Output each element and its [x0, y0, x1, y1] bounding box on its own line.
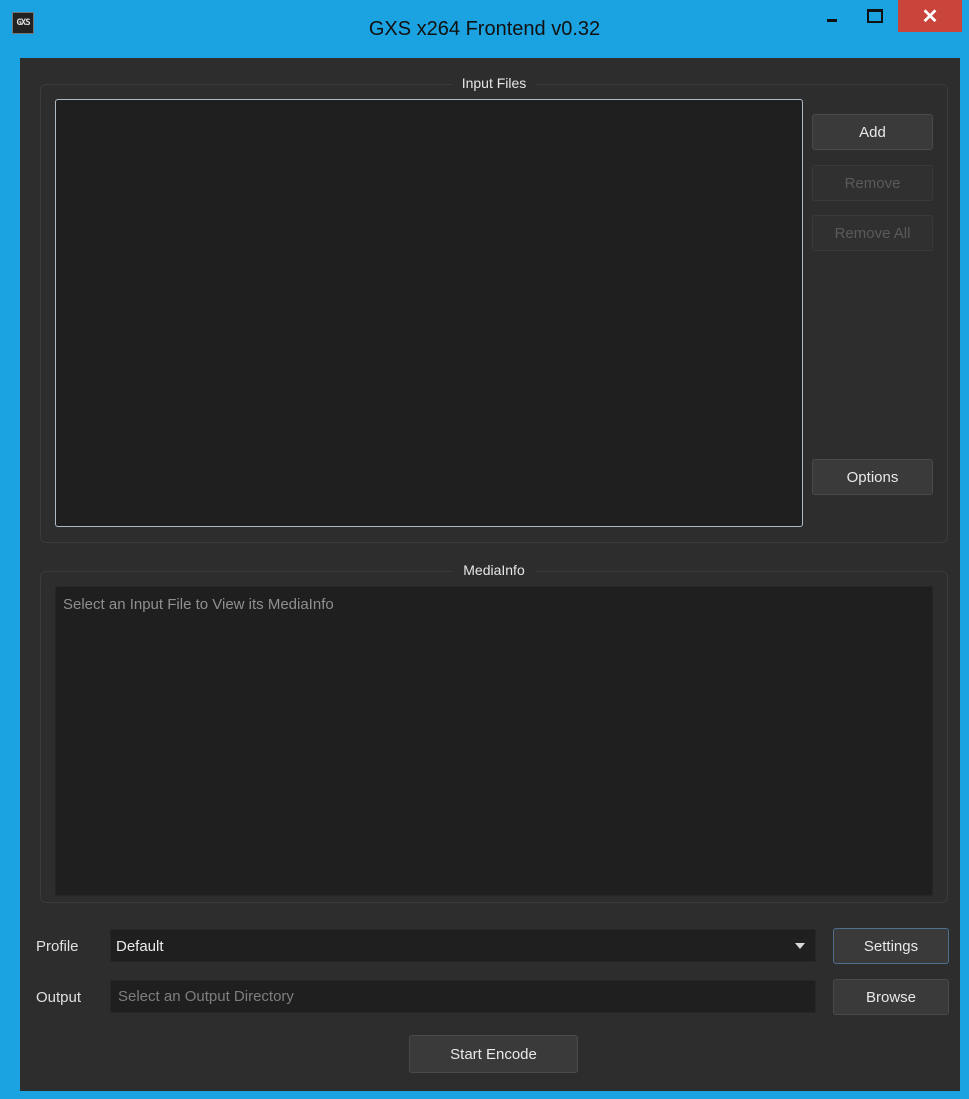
- mediainfo-placeholder: Select an Input File to View its MediaIn…: [63, 596, 334, 613]
- settings-button[interactable]: Settings: [833, 928, 949, 964]
- minimize-button[interactable]: [817, 0, 847, 32]
- maximize-button[interactable]: [858, 0, 892, 32]
- profile-label: Profile: [36, 938, 79, 955]
- browse-button[interactable]: Browse: [833, 979, 949, 1015]
- close-icon: ✕: [921, 5, 939, 28]
- add-button[interactable]: Add: [812, 114, 933, 150]
- minimize-icon: [827, 18, 837, 22]
- output-label: Output: [36, 989, 82, 1006]
- main-window-content: Input Files Add Remove Remove All Option…: [20, 58, 960, 1091]
- input-file-list[interactable]: [55, 99, 803, 527]
- output-directory-field[interactable]: [110, 980, 816, 1013]
- options-button[interactable]: Options: [812, 459, 933, 495]
- profile-selected-value: Default: [116, 938, 164, 955]
- mediainfo-group-title: MediaInfo: [41, 562, 947, 578]
- remove-all-button[interactable]: Remove All: [812, 215, 933, 251]
- start-encode-button[interactable]: Start Encode: [409, 1035, 578, 1073]
- mediainfo-textbox[interactable]: Select an Input File to View its MediaIn…: [55, 586, 933, 896]
- title-bar[interactable]: GXS GXS x264 Frontend v0.32 ✕: [0, 0, 969, 58]
- dropdown-arrow-icon: [795, 943, 805, 949]
- close-button[interactable]: ✕: [898, 0, 962, 32]
- remove-button[interactable]: Remove: [812, 165, 933, 201]
- profile-dropdown[interactable]: Default: [110, 929, 816, 962]
- input-files-group-title: Input Files: [41, 75, 947, 91]
- maximize-icon: [867, 9, 883, 23]
